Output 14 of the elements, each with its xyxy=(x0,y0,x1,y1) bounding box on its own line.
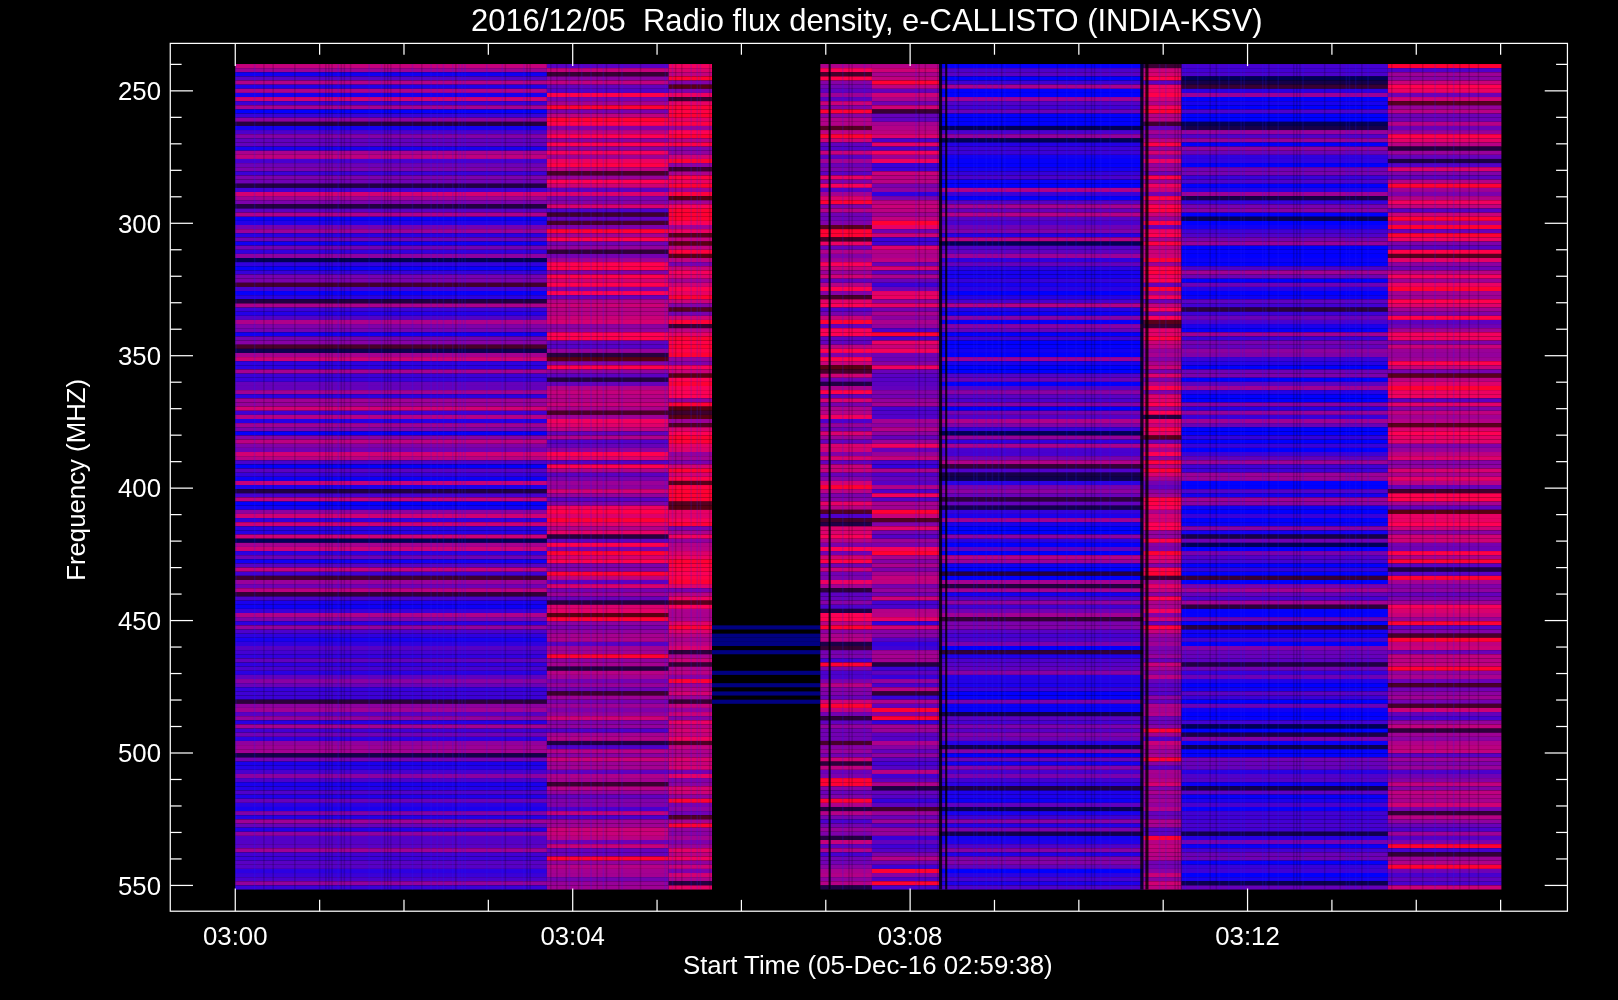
y-tick-label: 400 xyxy=(117,474,161,503)
x-tick-label: 03:00 xyxy=(203,922,268,951)
x-tick-label: 03:04 xyxy=(540,922,605,951)
x-tick-label: 03:12 xyxy=(1215,922,1280,951)
y-tick-label: 250 xyxy=(117,77,161,106)
y-tick-label: 500 xyxy=(117,739,161,768)
y-axis-label: Frequency (MHZ) xyxy=(61,378,90,581)
x-axis-label: Start Time (05-Dec-16 02:59:38) xyxy=(682,951,1053,980)
plot-title: 2016/12/05 Radio flux density, e-CALLISTO (INDIA-KSV) xyxy=(471,3,1263,38)
y-tick-label: 350 xyxy=(117,342,161,370)
x-tick-label: 03:08 xyxy=(877,922,943,951)
y-tick-label: 300 xyxy=(117,209,161,238)
y-tick-label: 450 xyxy=(117,606,161,635)
y-tick-label: 550 xyxy=(117,871,161,900)
